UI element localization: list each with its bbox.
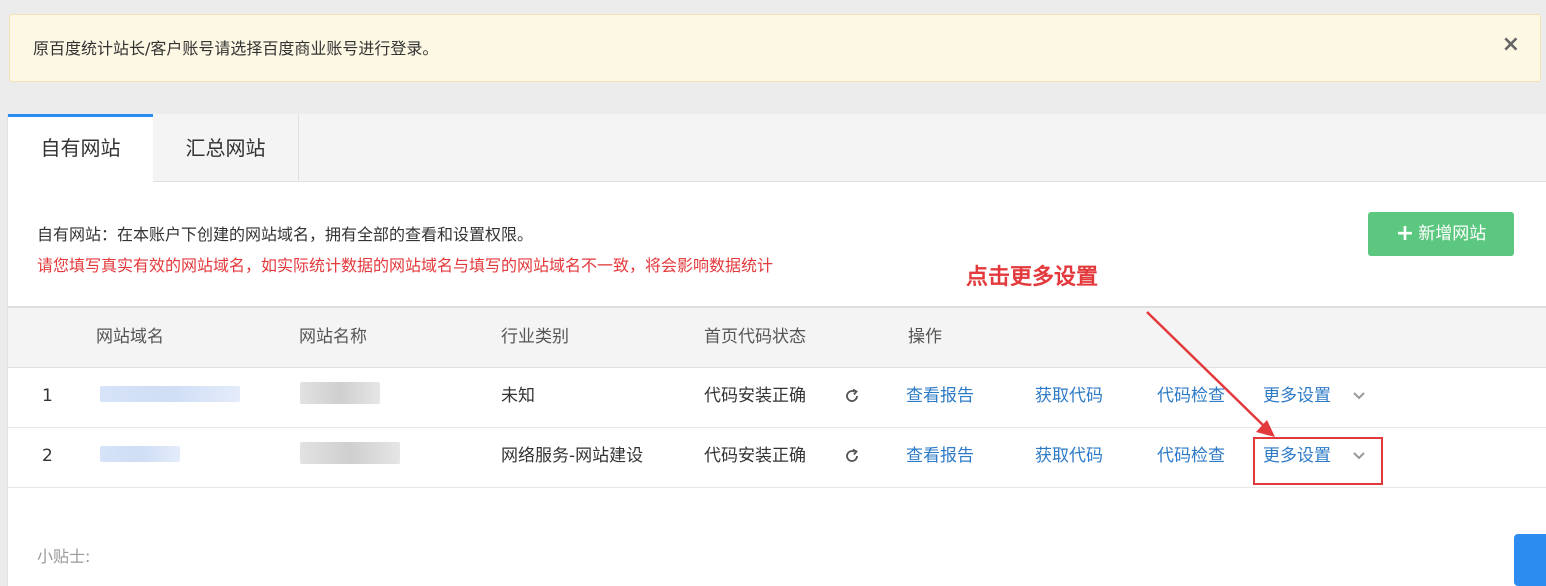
blurred-site-name [300, 442, 400, 464]
header-name: 网站名称 [299, 327, 367, 347]
tips-title: 小贴士: [37, 547, 91, 566]
blurred-site-name [300, 382, 380, 404]
view-report-link[interactable]: 查看报告 [906, 428, 974, 484]
view-report-link[interactable]: 查看报告 [906, 368, 974, 424]
notice-text: 原百度统计站长/客户账号请选择百度商业账号进行登录。 [33, 39, 439, 58]
plus-icon: + [1395, 221, 1415, 246]
chevron-down-icon[interactable] [1351, 390, 1367, 402]
table-header: 网站域名 网站名称 行业类别 首页代码状态 操作 [8, 306, 1546, 368]
refresh-icon[interactable] [842, 446, 862, 466]
header-actions: 操作 [908, 327, 942, 347]
site-list-panel: 自有网站 汇总网站 自有网站：在本账户下创建的网站域名，拥有全部的查看和设置权限… [7, 114, 1546, 586]
site-tabs: 自有网站 汇总网站 [8, 114, 1546, 183]
blurred-domain [100, 386, 240, 402]
check-code-link[interactable]: 代码检查 [1157, 368, 1225, 424]
tab-own-sites[interactable]: 自有网站 [8, 114, 153, 183]
row-status: 代码安装正确 [704, 446, 806, 466]
row-index: 2 [42, 446, 53, 466]
row-index: 1 [42, 386, 53, 406]
table-row: 1 未知 代码安装正确 查看报告 获取代码 代码检查 更多设置 [8, 368, 1546, 428]
get-code-link[interactable]: 获取代码 [1035, 368, 1103, 424]
check-code-link[interactable]: 代码检查 [1157, 428, 1225, 484]
header-industry: 行业类别 [501, 327, 569, 347]
header-status: 首页代码状态 [704, 327, 806, 347]
annotation-text: 点击更多设置 [966, 265, 1099, 290]
tab-summary-sites[interactable]: 汇总网站 [153, 114, 299, 182]
row-industry: 网络服务-网站建设 [501, 446, 644, 466]
annotation-highlight-box [1253, 437, 1383, 485]
refresh-icon[interactable] [842, 386, 862, 406]
add-site-button[interactable]: + 新增网站 [1368, 212, 1514, 256]
own-sites-description: 自有网站：在本账户下创建的网站域名，拥有全部的查看和设置权限。 [37, 225, 534, 244]
domain-warning: 请您填写真实有效的网站域名，如实际统计数据的网站域名与填写的网站域名不一致，将会… [37, 256, 774, 275]
more-settings-link[interactable]: 更多设置 [1263, 368, 1331, 424]
get-code-link[interactable]: 获取代码 [1035, 428, 1103, 484]
row-status: 代码安装正确 [704, 386, 806, 406]
add-site-label: 新增网站 [1418, 224, 1487, 244]
blurred-domain [100, 446, 180, 462]
row-industry: 未知 [501, 386, 535, 406]
feedback-float-button[interactable] [1514, 534, 1546, 586]
close-icon[interactable]: × [1502, 33, 1520, 57]
login-notice-banner: 原百度统计站长/客户账号请选择百度商业账号进行登录。 × [9, 14, 1541, 82]
header-domain: 网站域名 [96, 327, 164, 347]
